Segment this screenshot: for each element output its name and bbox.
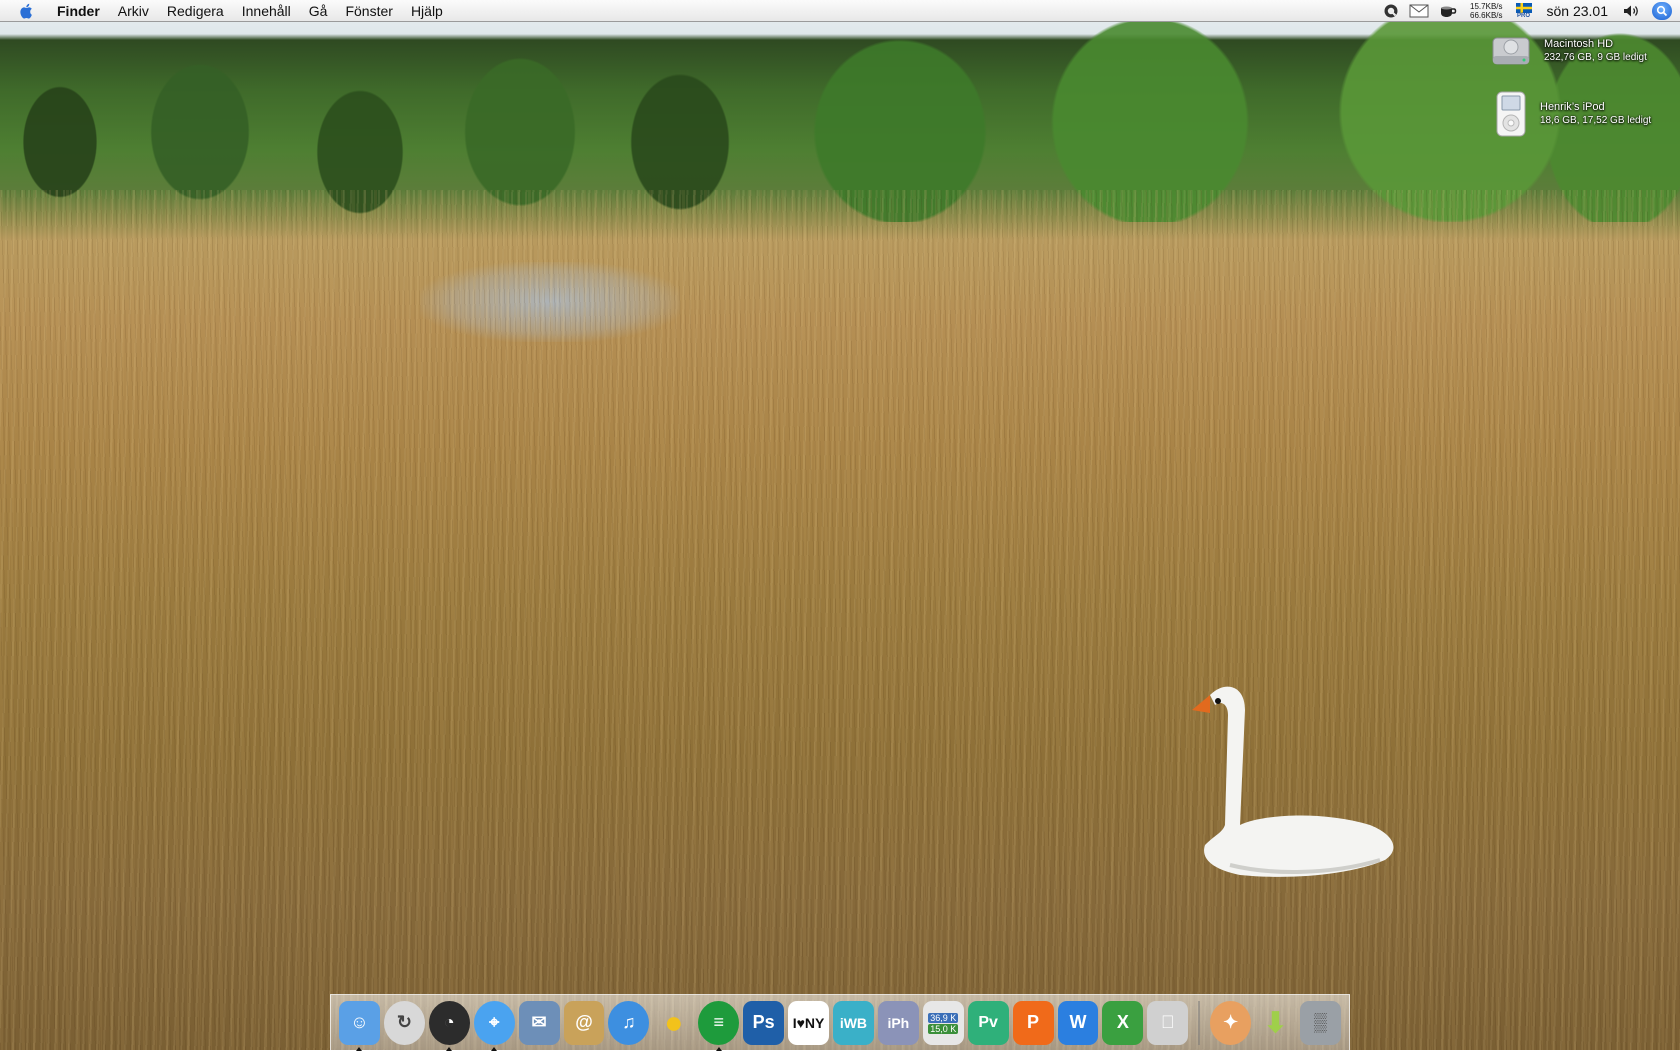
duck-icon[interactable]: ● [653,1001,694,1045]
dock: ☺ ↻ ◔ ⌖ ✉ @ ♫ ● ≡ Ps I♥NY iWB iPh 36,9 K… [330,994,1350,1051]
menu-ga[interactable]: Gå [300,0,337,22]
iweb-icon[interactable]: iWB [832,1000,874,1045]
photoshop-icon[interactable]: Ps [743,1000,785,1045]
trash-icon[interactable]: ▒ [1299,1000,1341,1045]
volume-icon[interactable] [1623,4,1641,18]
desktop-icon-info: 232,76 GB, 9 GB ledigt [1544,52,1647,63]
sync-icon[interactable]: ↻ [383,1000,425,1045]
mail-bird-icon[interactable]: ✉ [518,1000,560,1045]
ipod-icon [1496,91,1526,137]
downloads-icon[interactable]: ⬇ [1255,1001,1296,1045]
iphoto-icon[interactable]: iPh [877,1000,919,1045]
wallpaper-swan [1192,686,1394,877]
menu-app-finder[interactable]: Finder [48,0,109,22]
menu-innehall[interactable]: Innehåll [233,0,300,22]
finder-icon[interactable]: ☺ [339,1000,380,1051]
desktop-wallpaper [0,0,1680,1050]
address-book-icon[interactable]: @ [563,1000,605,1045]
apple-prefs-icon[interactable]:  [1147,1000,1189,1045]
desktop-icon-label: Macintosh HD [1544,38,1614,50]
dock-separator [1198,1000,1201,1045]
flag-badge: PRO [1516,12,1530,19]
word-icon[interactable]: W [1057,1000,1099,1045]
desktop-icon-label: Henrik’s iPod [1540,101,1605,113]
safari-icon[interactable]: ⌖ [473,1000,515,1051]
network-down-rate: 15,0 K [928,1023,959,1034]
netstat-up: 15.7KB/s [1470,1,1503,11]
spotify-icon[interactable]: ≡ [698,1000,740,1051]
network-throughput[interactable]: 15.7KB/s 66.6KB/s [1470,2,1502,20]
menu-arkiv[interactable]: Arkiv [109,0,158,22]
preview-icon[interactable]: Pv [967,1000,1009,1045]
spotlight-icon[interactable] [1652,1,1672,20]
desktop-icon-info: 18,6 GB, 17,52 GB ledigt [1540,115,1652,126]
network-up-rate: 36,9 K [928,1012,959,1023]
menu-hjalp[interactable]: Hjälp [402,0,452,22]
mail-envelope-icon[interactable] [1409,4,1429,18]
network-monitor-icon[interactable]: 36,9 K 15,0 K [922,1000,964,1045]
itunes-icon[interactable]: ♫ [608,1000,650,1045]
stack-icon[interactable]: ✦ [1210,1000,1252,1045]
menu-clock[interactable]: sön 23.01 [1547,3,1609,19]
menu-bar: Finder Arkiv Redigera Innehåll Gå Fönste… [0,0,1680,22]
i-love-ny-icon[interactable]: I♥NY [788,1000,829,1045]
apple-menu-icon[interactable] [18,2,36,20]
menu-extras: 15.7KB/s 66.6KB/s PRO sön 23.01 [1378,0,1680,22]
network-monitor-badge: 36,9 K 15,0 K [928,1012,959,1034]
swedish-flag-icon [1515,2,1532,13]
desktop-icon-ipod[interactable]: Henrik’s iPod 18,6 GB, 17,52 GB ledigt [1494,90,1651,138]
netstat-down: 66.6KB/s [1470,10,1503,20]
desktop-icon-macintosh-hd[interactable]: Macintosh HD 232,76 GB, 9 GB ledigt [1490,30,1647,72]
hard-drive-icon [1492,37,1530,65]
menu-redigera[interactable]: Redigera [158,0,233,22]
caffeine-cup-icon[interactable] [1439,4,1457,18]
dashboard-icon[interactable]: ◔ [428,1000,470,1051]
input-language-swedish[interactable]: PRO [1515,2,1532,19]
wallpaper-reeds [0,190,1680,1050]
excel-icon[interactable]: X [1102,1000,1144,1045]
pages-icon[interactable]: P [1012,1000,1054,1045]
quicksilver-icon[interactable] [1383,3,1399,19]
menu-fonster[interactable]: Fönster [336,0,401,22]
